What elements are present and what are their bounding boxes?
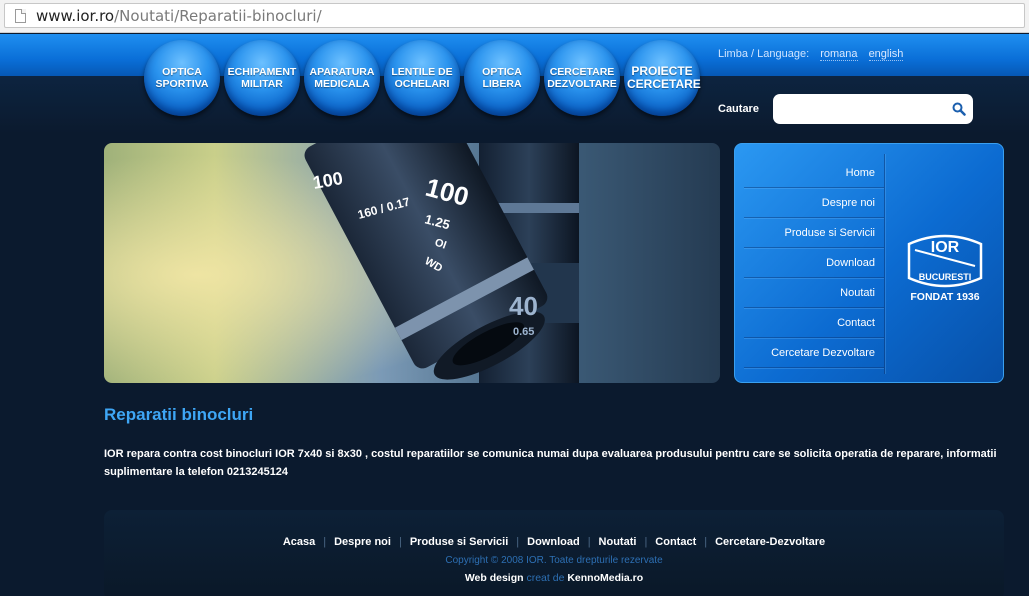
web-design-credit: Web design creat de KennoMedia.ro <box>104 572 1004 584</box>
page-title: Reparatii binocluri <box>104 405 254 424</box>
side-menu-item-noutati[interactable]: Noutati <box>744 278 884 308</box>
founded-label: FONDAT 1936 <box>910 291 980 303</box>
url-host: www.ior.ro <box>36 7 115 25</box>
nav-optica-libera[interactable]: OPTICA LIBERA <box>464 40 540 116</box>
nav-label: OPTICA LIBERA <box>482 66 522 90</box>
logo-sub: BUCURESTI <box>919 272 972 282</box>
nav-label: APARATURA MEDICALA <box>309 66 375 90</box>
nav-label: LENTILE DE OCHELARI <box>391 66 453 90</box>
side-menu-item-download[interactable]: Download <box>744 248 884 278</box>
credit-link[interactable]: KennoMedia.ro <box>567 572 643 584</box>
side-menu-item-contact[interactable]: Contact <box>744 308 884 338</box>
language-switcher: Limba / Language: romana english <box>718 48 904 61</box>
footer-link-produse-servicii[interactable]: Produse si Servicii <box>410 536 508 548</box>
language-option-romana[interactable]: romana <box>820 48 858 61</box>
side-menu: Home Despre noi Produse si Servicii Down… <box>744 158 884 368</box>
copyright: Copyright © 2008 IOR. Toate drepturile r… <box>445 555 663 566</box>
url-field[interactable]: www.ior.ro/Noutati/Reparatii-binocluri/ <box>4 3 1025 28</box>
side-menu-divider <box>884 154 885 374</box>
footer-links: Acasa | Despre noi | Produse si Servicii | Dow… <box>282 536 826 548</box>
footer: Acasa | Despre noi | Produse si Servicii | Dow… <box>104 510 1004 596</box>
footer-link-download[interactable]: Download <box>527 536 580 548</box>
language-option-english[interactable]: english <box>868 48 904 61</box>
nav-optica-sportiva[interactable]: OPTICA SPORTIVA <box>144 40 220 116</box>
search-input[interactable] <box>781 100 941 118</box>
microscope-illustration: 100 100 1.25 160 / 0.17 OI WD 40 0.65 <box>104 143 720 383</box>
side-menu-item-despre-noi[interactable]: Despre noi <box>744 188 884 218</box>
lens-label: 40 <box>509 291 538 321</box>
nav-proiecte-cercetare[interactable]: PROIECTE CERCETARE <box>624 40 701 116</box>
footer-link-contact[interactable]: Contact <box>655 536 696 548</box>
side-menu-item-home[interactable]: Home <box>744 158 884 188</box>
nav-cercetare-dezvoltare[interactable]: CERCETARE DEZVOLTARE <box>544 40 620 116</box>
nav-label: OPTICA SPORTIVA <box>155 66 209 90</box>
side-menu-item-cercetare-dezvoltare[interactable]: Cercetare Dezvoltare <box>744 338 884 368</box>
lens-label: 0.65 <box>513 326 534 338</box>
hero-image: 100 100 1.25 160 / 0.17 OI WD 40 0.65 <box>104 143 720 383</box>
footer-link-despre-noi[interactable]: Despre noi <box>334 536 391 548</box>
language-label: Limba / Language: <box>718 48 810 60</box>
logo-text: IOR <box>931 239 960 256</box>
url-text: www.ior.ro/Noutati/Reparatii-binocluri/ <box>36 7 322 25</box>
nav-echipament-militar[interactable]: ECHIPAMENT MILITAR <box>224 40 300 116</box>
search-label: Cautare <box>718 103 759 115</box>
side-menu-box: Home Despre noi Produse si Servicii Down… <box>734 143 1004 383</box>
nav-label: ECHIPAMENT MILITAR <box>227 66 297 90</box>
search-box <box>773 94 973 124</box>
footer-link-acasa[interactable]: Acasa <box>283 536 315 548</box>
credit-mid: creat de <box>526 572 565 584</box>
nav-aparatura-medicala[interactable]: APARATURA MEDICALA <box>304 40 380 116</box>
side-menu-item-produse-servicii[interactable]: Produse si Servicii <box>744 218 884 248</box>
nav-label: CERCETARE DEZVOLTARE <box>547 66 617 90</box>
footer-link-noutati[interactable]: Noutati <box>599 536 637 548</box>
browser-address-bar: www.ior.ro/Noutati/Reparatii-binocluri/ <box>0 0 1029 33</box>
url-path: /Noutati/Reparatii-binocluri/ <box>114 7 322 25</box>
nav-lentile-de-ochelari[interactable]: LENTILE DE OCHELARI <box>384 40 460 116</box>
article-body: IOR repara contra cost binocluri IOR 7x4… <box>104 448 997 478</box>
footer-link-cercetare-dezvoltare[interactable]: Cercetare-Dezvoltare <box>715 536 825 548</box>
nav-label: PROIECTE CERCETARE <box>627 64 701 91</box>
search-icon[interactable] <box>952 102 966 116</box>
credit-prefix: Web design <box>464 572 524 584</box>
page-icon <box>15 9 26 23</box>
